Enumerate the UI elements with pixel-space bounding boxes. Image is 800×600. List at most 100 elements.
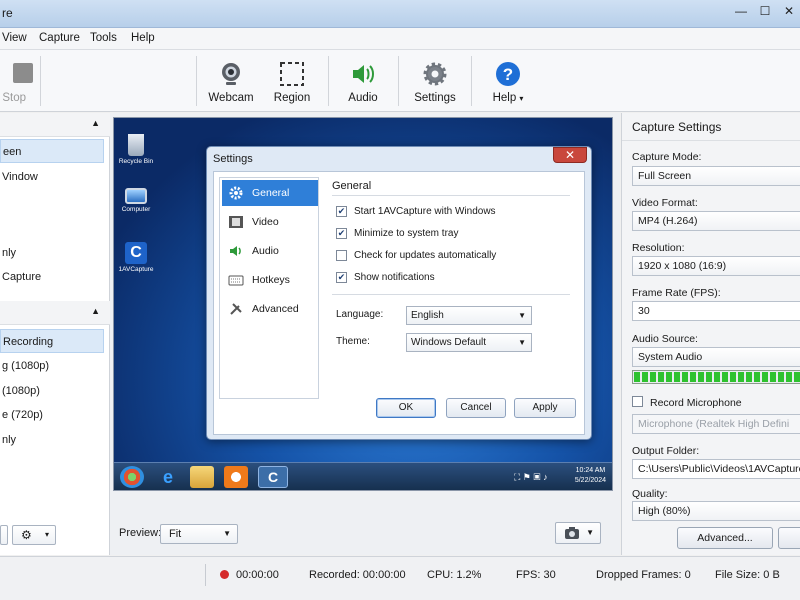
preview-area: Recycle Bin Computer C 1AVCapture e C ⛶ …: [110, 113, 620, 555]
tools-icon: [230, 303, 242, 315]
minimize-button[interactable]: —: [730, 2, 752, 20]
audio-source-select[interactable]: System Audio: [632, 347, 800, 367]
left-panel: ▲ een Vindow nly Capture ▲ Recording g (…: [0, 113, 110, 555]
clock-date: 5/22/2024: [574, 477, 606, 484]
language-select[interactable]: English ▼: [406, 306, 532, 325]
settings-nav: General Video Audio Hotkeys Advanced: [219, 177, 319, 399]
recycle-bin-icon: [128, 134, 144, 156]
apply-button[interactable]: Apply: [514, 398, 576, 418]
resolution-select[interactable]: 1920 x 1080 (16:9): [632, 256, 800, 276]
webcam-icon: [222, 63, 240, 85]
desktop-icon-recycle-bin[interactable]: Recycle Bin: [116, 134, 156, 165]
source-item[interactable]: [0, 190, 104, 214]
collapse-icon[interactable]: ▲: [91, 306, 100, 316]
desktop-icon-label: Computer: [121, 206, 151, 213]
source-item[interactable]: nly: [0, 241, 104, 265]
gear-menu-button[interactable]: ⚙ ▾: [12, 525, 56, 545]
panel-header-sources[interactable]: ▲: [0, 113, 110, 137]
fps-label: Frame Rate (FPS):: [632, 287, 721, 299]
video-format-select[interactable]: MP4 (H.264): [632, 211, 800, 231]
preset-item[interactable]: (1080p): [0, 379, 104, 403]
quality-select[interactable]: High (80%): [632, 501, 800, 521]
capture-settings-title: Capture Settings: [622, 113, 800, 141]
close-button[interactable]: ✕: [778, 2, 800, 20]
quality-label: Quality:: [632, 488, 668, 500]
cancel-button[interactable]: Cancel: [446, 398, 506, 418]
toolbar: Stop Webcam Region Audio Settings ? Help…: [0, 50, 800, 112]
extra-button[interactable]: [778, 527, 800, 549]
language-label: Language:: [336, 309, 384, 320]
nav-item-advanced[interactable]: Advanced: [222, 296, 318, 322]
chevron-down-icon: ▼: [518, 338, 526, 347]
resolution-label: Resolution:: [632, 242, 685, 254]
menu-view[interactable]: View: [2, 32, 27, 44]
computer-icon: [125, 188, 147, 204]
speaker-icon: [230, 246, 241, 256]
app-taskbar-icon[interactable]: C: [258, 466, 288, 488]
preview-zoom-select[interactable]: Fit ▼: [160, 524, 238, 544]
menu-tools[interactable]: Tools: [90, 32, 117, 44]
checkbox-label: Check for updates automatically: [354, 250, 497, 261]
output-folder-input[interactable]: C:\Users\Public\Videos\1AVCapture: [632, 459, 800, 479]
preset-item[interactable]: g (1080p): [0, 354, 104, 378]
chevron-down-icon: ▼: [586, 528, 594, 537]
dialog-close-button[interactable]: ✕: [553, 147, 587, 163]
source-item[interactable]: een: [0, 139, 104, 163]
ok-button[interactable]: OK: [376, 398, 436, 418]
panel-button[interactable]: [0, 525, 8, 545]
desktop-icon-1avcapture[interactable]: C 1AVCapture: [116, 242, 156, 273]
tray-icons[interactable]: ⛶ ⚑ ▣ ♪: [514, 466, 558, 488]
source-item[interactable]: Capture: [0, 265, 104, 289]
microphone-select[interactable]: Microphone (Realtek High Defini: [632, 414, 800, 434]
region-button[interactable]: Region: [266, 56, 318, 108]
snapshot-button[interactable]: ▼: [555, 522, 601, 544]
dialog-body: General Video Audio Hotkeys Advanced Gen…: [213, 171, 585, 435]
toolbar-separator: [471, 56, 472, 106]
desktop-icon-label: Recycle Bin: [118, 158, 154, 165]
checkbox[interactable]: ✔: [336, 272, 347, 283]
gear-icon: ⚙: [21, 528, 32, 542]
theme-select[interactable]: Windows Default ▼: [406, 333, 532, 352]
checkbox[interactable]: [336, 250, 347, 261]
start-button-icon[interactable]: [120, 466, 144, 488]
stop-button[interactable]: Stop: [0, 56, 33, 108]
audio-level-fill: [634, 372, 800, 382]
status-separator: [205, 564, 206, 586]
nav-item-video[interactable]: Video: [222, 209, 318, 235]
panel-header-presets[interactable]: ▲: [0, 301, 110, 325]
menu-bar: View Capture Tools Help: [0, 28, 800, 50]
webcam-button[interactable]: Webcam: [205, 56, 257, 108]
clock[interactable]: 10:24 AM 5/22/2024: [575, 466, 606, 486]
desktop-icon-computer[interactable]: Computer: [116, 188, 156, 213]
menu-help[interactable]: Help: [131, 32, 155, 44]
toolbar-separator: [196, 56, 197, 106]
source-item[interactable]: Vindow: [0, 165, 104, 189]
preset-item[interactable]: Recording: [0, 329, 104, 353]
help-button[interactable]: ? Help ▾: [482, 56, 534, 108]
audio-source-label: Audio Source:: [632, 333, 698, 345]
nav-item-audio[interactable]: Audio: [222, 238, 318, 264]
checkbox[interactable]: ✔: [336, 206, 347, 217]
gear-icon: [423, 62, 447, 86]
collapse-icon[interactable]: ▲: [91, 118, 100, 128]
maximize-button[interactable]: ☐: [754, 2, 776, 20]
audio-button[interactable]: Audio: [337, 56, 389, 108]
fps-input[interactable]: 30: [632, 301, 800, 321]
preset-item[interactable]: e (720p): [0, 403, 104, 427]
audio-label: Audio: [348, 92, 378, 104]
checkbox[interactable]: ✔: [336, 228, 347, 239]
menu-capture[interactable]: Capture: [39, 32, 80, 44]
nav-item-general[interactable]: General: [222, 180, 318, 206]
advanced-button[interactable]: Advanced...: [677, 527, 773, 549]
theme-label: Theme:: [336, 336, 370, 347]
nav-item-hotkeys[interactable]: Hotkeys: [222, 267, 318, 293]
folder-icon[interactable]: [190, 466, 214, 488]
section-title: General: [332, 180, 372, 192]
media-player-icon[interactable]: [224, 466, 248, 488]
record-microphone-checkbox[interactable]: [632, 396, 643, 407]
capture-mode-select[interactable]: Full Screen: [632, 166, 800, 186]
settings-button[interactable]: Settings: [409, 56, 461, 108]
film-icon: [229, 216, 243, 228]
browser-icon[interactable]: e: [156, 466, 180, 488]
preset-item[interactable]: nly: [0, 428, 104, 452]
